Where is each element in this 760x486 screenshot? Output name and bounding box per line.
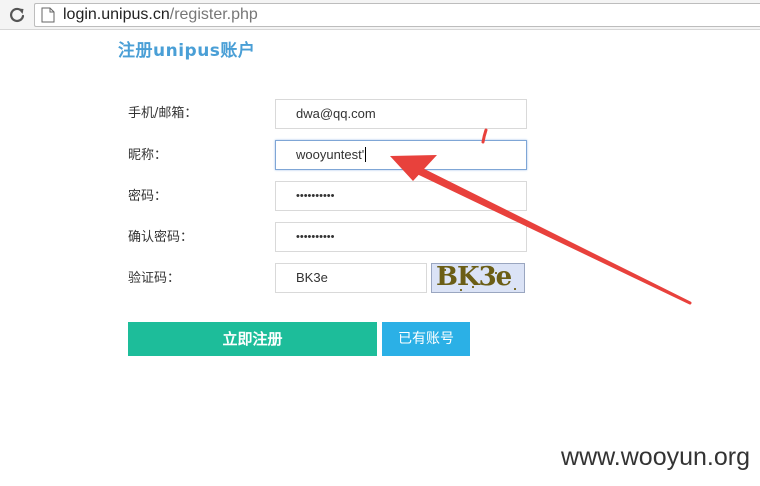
reload-icon[interactable] xyxy=(8,6,26,24)
password-input[interactable]: •••••••••• xyxy=(275,181,527,211)
browser-toolbar: login.unipus.cn/register.php xyxy=(0,0,760,30)
confirm-password-value: •••••••••• xyxy=(296,231,335,243)
phone-email-value: dwa@qq.com xyxy=(296,106,376,121)
watermark: www.wooyun.org xyxy=(561,443,750,471)
captcha-noise-dot xyxy=(444,269,446,271)
url-path: /register.php xyxy=(169,6,258,23)
captcha-input[interactable]: BK3e xyxy=(275,263,427,293)
captcha-noise-dot xyxy=(460,289,462,291)
have-account-button[interactable]: 已有账号 xyxy=(382,322,470,356)
captcha-image[interactable]: BK3e xyxy=(431,263,525,293)
address-bar[interactable]: login.unipus.cn/register.php xyxy=(34,3,760,27)
url-text[interactable]: login.unipus.cn/register.php xyxy=(63,5,258,25)
phone-email-input[interactable]: dwa@qq.com xyxy=(275,99,527,129)
nickname-value: wooyuntest' xyxy=(296,147,365,162)
captcha-noise-dot xyxy=(472,286,474,288)
nickname-input[interactable]: wooyuntest' xyxy=(275,140,527,170)
label-captcha: 验证码： xyxy=(128,271,181,286)
captcha-noise-dot xyxy=(514,288,516,290)
page-icon xyxy=(41,7,55,23)
label-password: 密码： xyxy=(128,189,168,204)
password-value: •••••••••• xyxy=(296,190,335,202)
label-confirm-password: 确认密码： xyxy=(128,230,194,245)
page-title: 注册unipus账户 xyxy=(118,41,256,61)
label-nickname: 昵称： xyxy=(128,148,168,163)
url-host: login.unipus.cn xyxy=(63,6,170,23)
text-caret xyxy=(365,147,367,162)
register-button[interactable]: 立即注册 xyxy=(128,322,377,356)
captcha-value: BK3e xyxy=(296,270,328,285)
confirm-password-input[interactable]: •••••••••• xyxy=(275,222,527,252)
captcha-noise-dot xyxy=(495,272,497,274)
label-phone-email: 手机/邮箱： xyxy=(128,106,198,121)
